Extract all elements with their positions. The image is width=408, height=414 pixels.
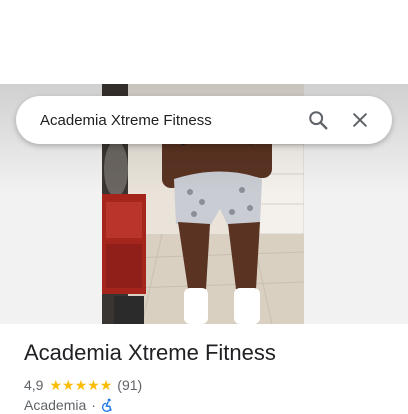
separator-dot: · — [91, 397, 96, 413]
star-icon: ★ — [87, 377, 100, 393]
rating-value: 4,9 — [24, 377, 44, 393]
star-icon: ★ — [74, 377, 88, 393]
wheelchair-accessible-icon-glyph — [101, 398, 112, 412]
star-icon: ★ — [49, 377, 63, 393]
place-title: Academia Xtreme Fitness — [24, 340, 276, 365]
close-icon[interactable] — [342, 102, 378, 138]
search-bar[interactable] — [16, 96, 392, 144]
category-row: Academia · — [24, 396, 115, 414]
review-count[interactable]: (91) — [117, 377, 142, 393]
search-icon-glyph — [309, 111, 328, 130]
star-icon: ★ — [62, 377, 75, 393]
rating-stars: ★ ★ ★ ★ ★ — [49, 378, 112, 392]
close-icon-glyph — [353, 113, 367, 127]
wheelchair-accessible-icon — [101, 398, 115, 412]
rating-row[interactable]: 4,9 ★ ★ ★ ★ ★ (91) — [24, 376, 142, 394]
search-input[interactable] — [40, 111, 294, 129]
search-icon[interactable] — [300, 102, 336, 138]
star-icon: ★ — [99, 377, 113, 393]
place-category: Academia — [24, 397, 87, 413]
